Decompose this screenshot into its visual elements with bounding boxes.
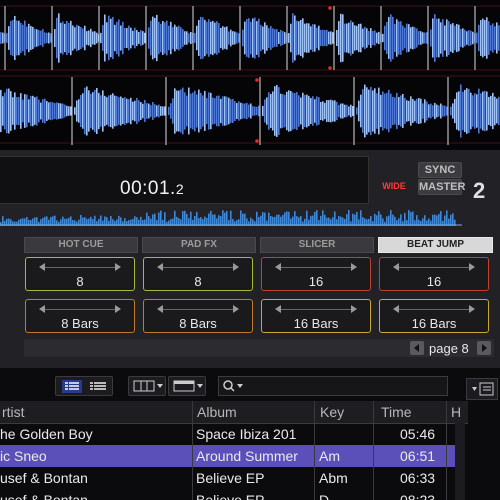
view-toggle[interactable] [55,376,113,396]
jump-forward-icon [115,305,121,313]
column-divider [373,401,374,500]
page-prev-button[interactable] [410,341,424,355]
sync-button[interactable]: SYNC [418,162,462,178]
display-menu-button[interactable] [168,376,206,396]
col-header-artist[interactable]: rtist [2,402,25,422]
jump-back-icon [157,305,163,313]
jump-back-icon [39,305,45,313]
elapsed-time: 00:01.2 [120,178,185,199]
window-icon [173,380,203,392]
col-header-key[interactable]: Key [320,402,344,422]
tab-pad-fx[interactable]: PAD FX [142,237,256,253]
overview-svg [0,210,462,226]
col-header-time[interactable]: Time [381,402,412,422]
page-next-button[interactable] [477,341,491,355]
wide-indicator: WIDE [382,181,406,191]
col-header-album[interactable]: Album [197,402,237,422]
browser-scrollbar[interactable] [455,423,465,500]
triangle-right-icon [482,344,487,352]
jump-forward-icon [115,263,121,271]
table-row-selected[interactable]: ic Sneo Around Summer Am 06:51 [0,445,455,467]
time-display-box [0,156,369,204]
column-divider [192,401,193,500]
column-divider [446,401,447,500]
jump-forward-icon [233,305,239,313]
deck-number: 2 [473,178,486,203]
column-divider [314,401,315,500]
tab-slicer[interactable]: SLICER [260,237,374,253]
columns-icon [133,380,163,392]
tab-hot-cue[interactable]: HOT CUE [24,237,138,253]
page-label: page 8 [429,341,469,356]
table-row[interactable]: usef & Bontan Believe EP D 08:23 [0,489,455,500]
jump-forward-icon [233,263,239,271]
jump-forward-icon [351,263,357,271]
beat-jump-pad-6[interactable]: 8 Bars [143,299,253,333]
beat-jump-pad-8[interactable]: 16 Bars [379,299,489,333]
beat-jump-pad-1[interactable]: 8 [25,257,135,291]
sidebar-icon [472,382,494,396]
jump-back-icon [275,305,281,313]
list-view-icon [62,380,106,393]
column-menu-button[interactable] [128,376,166,396]
jump-back-icon [393,305,399,313]
jump-back-icon [275,263,281,271]
waveform-display[interactable] [0,0,500,150]
beat-jump-pad-2[interactable]: 8 [143,257,253,291]
jump-back-icon [393,263,399,271]
beat-jump-pad-4[interactable]: 16 [379,257,489,291]
search-icon [223,380,243,392]
col-header-extra[interactable]: H [451,402,461,422]
search-input[interactable] [218,376,448,396]
triangle-left-icon [414,344,419,352]
master-button[interactable]: MASTER [418,179,465,195]
table-row[interactable]: he Golden Boy Space Ibiza 201 05:46 [0,423,455,445]
tab-beat-jump[interactable]: BEAT JUMP [378,237,493,253]
overview-waveform[interactable] [0,202,462,226]
table-row[interactable]: usef & Bontan Believe EP Abm 06:33 [0,467,455,489]
jump-back-icon [39,263,45,271]
jump-forward-icon [351,305,357,313]
beat-jump-pad-5[interactable]: 8 Bars [25,299,135,333]
beat-jump-pad-7[interactable]: 16 Bars [261,299,371,333]
jump-forward-icon [469,305,475,313]
beat-jump-pad-3[interactable]: 16 [261,257,371,291]
waveform-svg [0,5,500,145]
side-panel-button[interactable] [466,378,498,400]
jump-forward-icon [469,263,475,271]
jump-back-icon [157,263,163,271]
